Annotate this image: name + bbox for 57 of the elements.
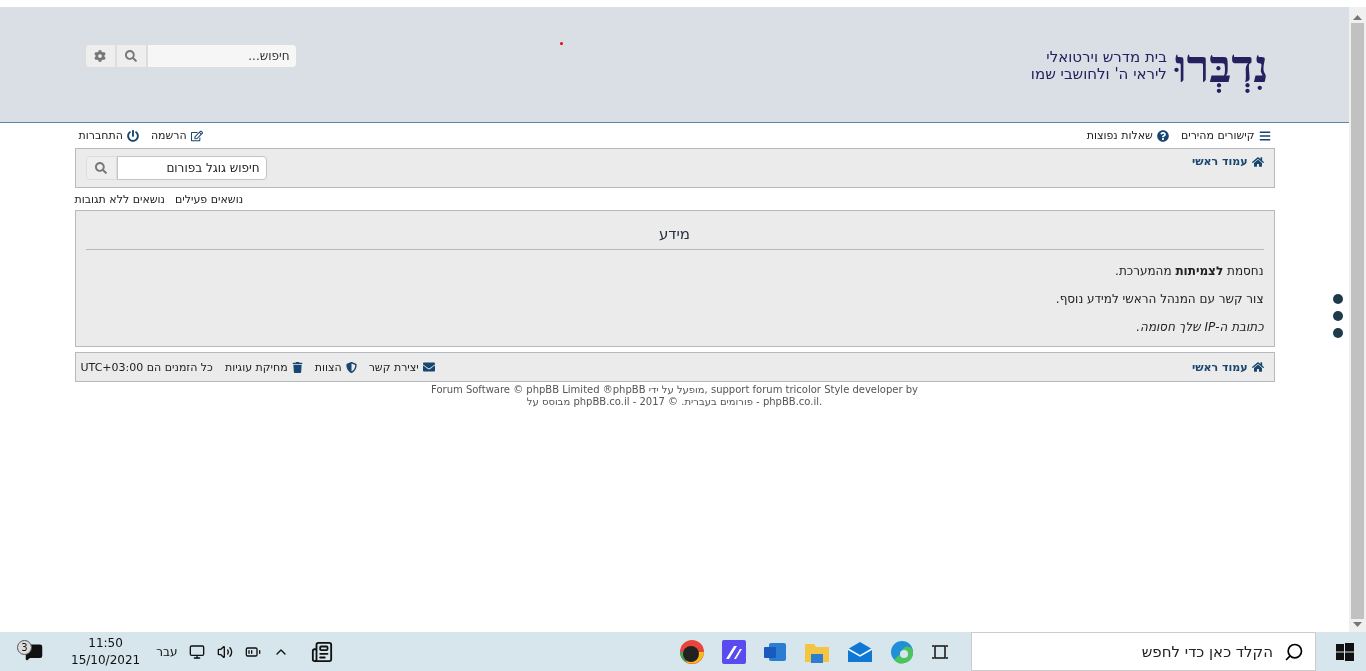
message-text: נחסמת לצמיתות מהמערכת.: [1114, 264, 1264, 278]
search-button[interactable]: [115, 44, 147, 68]
app-icon[interactable]: [722, 639, 746, 664]
edit-icon: [190, 129, 203, 142]
search-button[interactable]: [85, 156, 117, 180]
news-icon[interactable]: [311, 640, 334, 663]
scrollbar[interactable]: [1349, 7, 1366, 632]
envelope-icon: [422, 361, 435, 373]
shield-icon: [345, 361, 357, 373]
scroll-down-icon[interactable]: [1353, 622, 1362, 627]
tagline: ליראי ה' ולחושבי שמו: [1030, 65, 1167, 83]
quick-link[interactable]: נושאים ללא תגובות: [74, 192, 165, 206]
settings-button[interactable]: [84, 44, 116, 68]
language-indicator[interactable]: עבר: [156, 644, 178, 659]
scroll-up-icon[interactable]: [1353, 15, 1362, 20]
home-link[interactable]: עמוד ראשי: [1191, 360, 1264, 374]
nav-link[interactable]: התחברות: [78, 129, 139, 142]
windows-start-icon[interactable]: [1336, 642, 1354, 661]
volume-icon[interactable]: [217, 643, 234, 660]
message-text: כתובת ה-IP שלך חסומה.: [1135, 320, 1264, 334]
mail-icon[interactable]: [847, 640, 873, 663]
search-field[interactable]: חיפוש...: [146, 44, 297, 68]
edge-icon[interactable]: [890, 639, 914, 664]
search-icon: [125, 50, 137, 62]
quick-link[interactable]: נושאים פעילים: [175, 192, 244, 206]
tagline: בית מדרש וירטואלי: [1045, 48, 1167, 66]
taskbar-search-field[interactable]: הקלד כאן כדי לחפש: [971, 632, 1316, 671]
gear-icon: [94, 50, 106, 62]
nav-link[interactable]: הרשמה: [150, 129, 203, 142]
footer-link[interactable]: הצוות: [314, 360, 357, 374]
timezone-text: כל הזמנים הם UTC+03:00: [80, 360, 213, 374]
search-icon: [95, 162, 107, 174]
nav-link[interactable]: שאלות נפוצות: [1086, 129, 1169, 142]
message-text: צור קשר עם המנהל הראשי למידע נוסף.: [1054, 292, 1264, 306]
footer-link[interactable]: מחיקת עוגיות: [224, 360, 303, 374]
home-icon: [1251, 155, 1264, 168]
browser-icon[interactable]: [679, 638, 705, 665]
nav-link[interactable]: קישורים מהירים: [1180, 129, 1271, 142]
credit-text: מבוסס על phpBB.co.il - פורומים בעברית. © 2017 - phpBB.co.il.: [525, 396, 824, 408]
home-link[interactable]: עמוד ראשי: [1191, 155, 1264, 168]
menu-icon: [1258, 129, 1271, 142]
credit-text: Forum Software © phpBB Limited ®phpBB מופעל על ידי, support forum tricolor Style developer by: [430, 384, 919, 396]
network-icon[interactable]: [189, 643, 206, 660]
power-icon: [126, 129, 139, 142]
dot-mark: [560, 42, 563, 45]
trash-icon: [291, 361, 303, 373]
clock-time: 11:50: [88, 634, 123, 652]
search-icon: [1284, 642, 1304, 662]
google-search-field[interactable]: חיפוש גוגל בפורום: [116, 156, 267, 180]
home-icon: [1251, 361, 1264, 373]
help-icon: [1156, 129, 1169, 142]
task-view-icon[interactable]: [931, 642, 949, 661]
clock-date: 15/10/2021: [71, 651, 141, 669]
vertical-dots-icon[interactable]: [1333, 294, 1343, 338]
notification-count: 3: [17, 640, 32, 655]
footer-link[interactable]: יצירת קשר: [368, 360, 435, 374]
panel-title: מידע: [85, 217, 1264, 250]
